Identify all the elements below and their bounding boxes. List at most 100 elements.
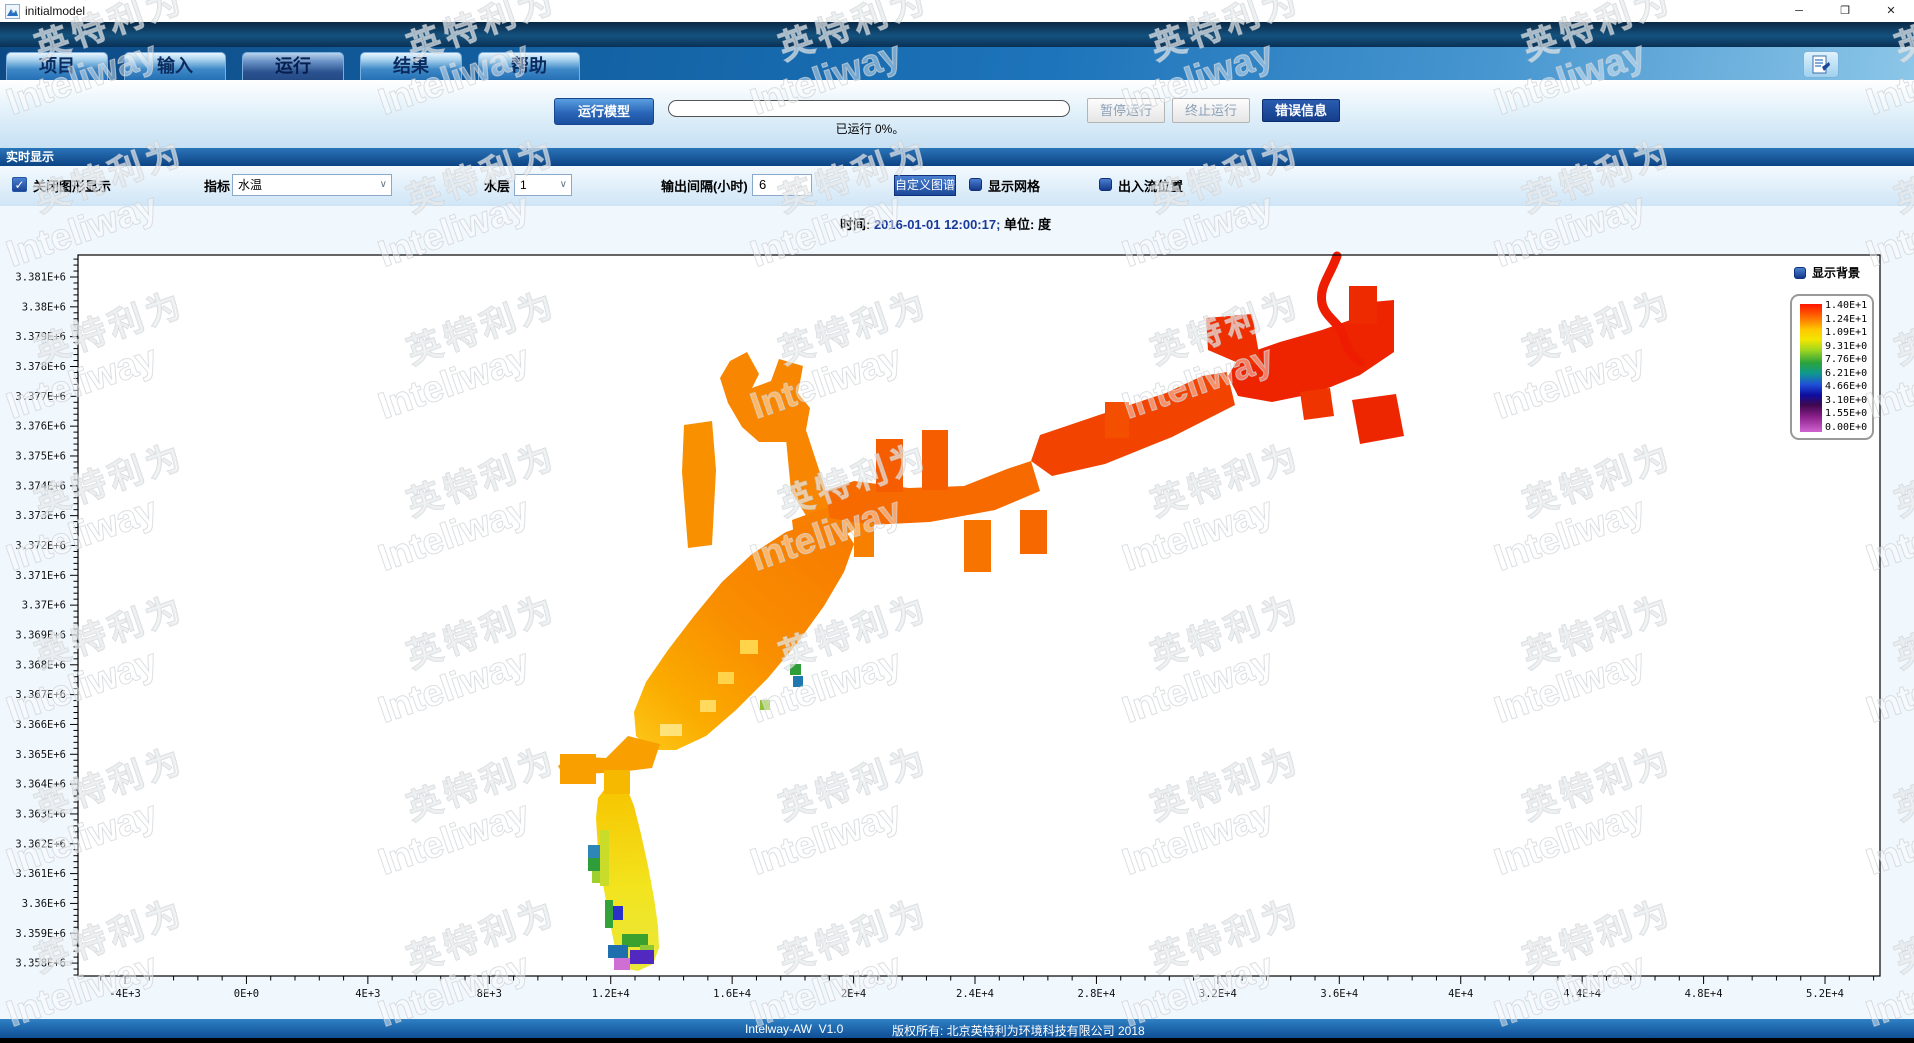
tab-help[interactable]: 帮助 [478,52,580,80]
axis-tick-label: 3.362E+6 [15,838,66,850]
map-cell [790,664,801,675]
map-region-stub-down-c [854,523,874,557]
tab-results[interactable]: 结果 [360,52,462,80]
run-toolbar: 运行模型 已运行 0%。 暂停运行 终止运行 错误信息 [0,80,1914,148]
map-cell [700,700,716,712]
axis-tick-label: 4.8E+4 [1685,988,1723,1000]
map-cell [608,945,628,958]
legend-value: 1.24E+1 [1825,315,1870,325]
map-region-ne-stub-top [1349,286,1377,324]
show-grid-checkbox[interactable] [969,178,982,191]
legend-value: 7.76E+0 [1825,355,1870,365]
close-button[interactable]: ✕ [1868,0,1914,22]
axis-tick-label: 3.363E+6 [15,808,66,820]
ribbon-top-strip [0,22,1914,47]
pause-run-button[interactable]: 暂停运行 [1087,98,1165,123]
map-cell [600,830,609,886]
plot-panel: 时间: 2016-01-01 12:00:17; 单位: 度 -4E+30E+0… [0,206,1914,1019]
title-bar: initialmodel ─ ❐ ✕ [0,0,1914,22]
bottom-edge [0,1038,1914,1043]
tab-project[interactable]: 项目 [6,52,108,80]
minimize-button[interactable]: ─ [1776,0,1822,22]
map-cell [605,900,613,928]
run-model-button[interactable]: 运行模型 [554,98,654,125]
axis-tick-label: -4E+3 [109,988,141,1000]
colorbar-legend: 1.40E+11.24E+11.09E+19.31E+07.76E+06.21E… [1790,294,1874,440]
axis-tick-label: 2.8E+4 [1077,988,1115,1000]
show-grid-label: 显示网格 [988,176,1040,195]
map-region-stub-down-b [1020,510,1047,554]
map-cell [604,770,630,794]
show-background-label: 显示背景 [1812,264,1860,281]
map-cell [614,958,630,970]
axis-tick-label: 3.359E+6 [15,928,66,940]
tab-input[interactable]: 输入 [124,52,226,80]
app-icon [5,4,20,19]
map-region-stub-up-a [876,439,903,492]
legend-background-toggle: 显示背景 [1794,264,1860,281]
axis-tick-label: 2.4E+4 [956,988,994,1000]
map-cell [718,672,734,684]
tab-bar: 项目 输入 运行 结果 帮助 环评/预警 [0,47,1914,80]
maximize-button[interactable]: ❐ [1822,0,1868,22]
heatmap-chart: -4E+30E+04E+38E+31.2E+41.6E+42E+42.4E+42… [0,206,1914,1019]
map-cell [630,950,654,964]
map-cell [740,640,758,654]
indicator-select[interactable]: 水温 ∨ [232,174,392,196]
stop-run-button[interactable]: 终止运行 [1172,98,1250,123]
flow-positions-label: 出入流位置 [1118,176,1183,195]
colorbar-gradient [1800,304,1822,432]
axis-tick-label: 3.371E+6 [15,570,66,582]
error-info-button[interactable]: 错误信息 [1262,99,1340,122]
axis-tick-label: 3.378E+6 [15,361,66,373]
axis-tick-label: 3.369E+6 [15,629,66,641]
axis-tick-label: 3.374E+6 [15,480,66,492]
map-cell [793,676,803,687]
flow-positions-checkbox[interactable] [1099,178,1112,191]
show-background-checkbox[interactable] [1794,267,1806,279]
axis-tick-label: 3.361E+6 [15,868,66,880]
axis-tick-label: 3.2E+4 [1199,988,1237,1000]
map-cell [660,724,682,736]
map-cell [760,700,770,710]
axis-tick-label: 3.6E+4 [1320,988,1358,1000]
axis-tick-label: 3.377E+6 [15,391,66,403]
map-region-ne-lower-block [1352,394,1404,444]
progress-status-text: 已运行 0%。 [670,120,1070,137]
axis-tick-label: 3.36E+6 [22,898,66,910]
layer-select[interactable]: 1 ∨ [514,174,572,196]
axis-tick-label: 3.366E+6 [15,719,66,731]
interval-input[interactable]: 6 [752,174,812,196]
axis-tick-label: 4.4E+4 [1563,988,1601,1000]
realtime-display-header: 实时显示 [0,148,1914,166]
copyright: 版权所有: 北京英特利为环境科技有限公司 2018 [892,1022,1145,1039]
axis-tick-label: 4E+4 [1448,988,1473,1000]
map-cell [612,906,623,920]
axis-tick-label: 4E+3 [355,988,380,1000]
tab-run[interactable]: 运行 [242,52,344,80]
axis-tick-label: 3.379E+6 [15,331,66,343]
map-cell [560,754,596,784]
axis-tick-label: 3.375E+6 [15,450,66,462]
close-graphics-label: 关闭图形显示 [33,176,111,195]
map-region-midband-stub-up [1105,402,1129,438]
chevron-down-icon: ∨ [560,175,567,195]
app-version: Intelway-AW V1.0 [745,1022,843,1036]
map-region-stub-up-b [922,430,948,490]
legend-value: 4.66E+0 [1825,382,1870,392]
axis-tick-label: 5.2E+4 [1806,988,1844,1000]
axis-tick-label: 3.364E+6 [15,779,66,791]
legend-value: 3.10E+0 [1825,396,1870,406]
status-bar: Intelway-AW V1.0 版权所有: 北京英特利为环境科技有限公司 20… [0,1019,1914,1038]
indicator-label: 指标 [204,176,230,195]
legend-value: 1.09E+1 [1825,328,1870,338]
axis-tick-label: 1.2E+4 [592,988,630,1000]
report-button[interactable] [1803,51,1839,78]
legend-value: 1.40E+1 [1825,301,1870,311]
close-graphics-checkbox[interactable]: ✓ [12,177,27,192]
axis-tick-label: 3.365E+6 [15,749,66,761]
custom-colormap-button[interactable]: 自定义图谱 [894,175,956,196]
interval-label: 输出间隔(小时) [661,176,748,195]
axis-tick-label: 2E+4 [841,988,866,1000]
progress-bar [668,100,1070,117]
